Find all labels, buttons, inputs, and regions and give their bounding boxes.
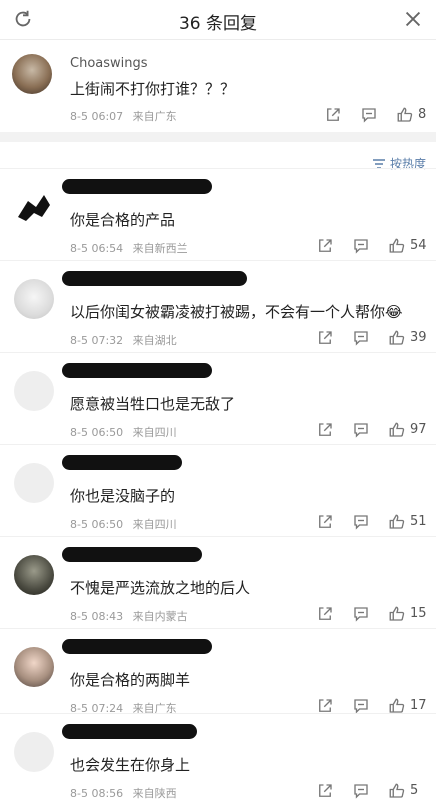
comment-item: 愿意被当牲口也是无敌了 8-5 06:50 来自四川 97 (0, 352, 436, 442)
close-icon[interactable] (402, 8, 424, 30)
share-icon[interactable] (316, 421, 334, 439)
comment-item: 也会发生在你身上 8-5 08:56 来自陕西 5 (0, 713, 436, 800)
comment-meta: 8-5 06:54 来自新西兰 (70, 240, 188, 256)
comment-icon[interactable] (352, 605, 370, 623)
comment-text-body: 你也是没脑子的 (70, 487, 176, 505)
share-icon[interactable] (316, 329, 334, 347)
comment-time: 8-5 06:07 (70, 110, 124, 123)
username[interactable]: Choaswings (70, 56, 148, 71)
like-count: 17 (410, 698, 427, 713)
comment-source: 来自内蒙古 (132, 610, 188, 623)
redacted-username (62, 455, 182, 470)
comment-item: 你是合格的两脚羊 8-5 07:24 来自广东 17 (0, 628, 436, 718)
comment-item: 以后你闺女被霸凌被打被踢，不会有一个人帮你😂 8-5 07:32 来自湖北 39 (0, 260, 436, 350)
comment-text-body: 愿意被当牲口也是无敌了 (70, 395, 236, 413)
comment-text: 愿意被当牲口也是无敌了 (70, 393, 235, 414)
comment-meta: 8-5 08:56 来自陕西 (70, 785, 177, 800)
like-count: 97 (410, 422, 427, 437)
avatar[interactable] (14, 463, 54, 503)
like-icon[interactable] (396, 106, 414, 124)
comment-source: 来自湖北 (132, 334, 177, 347)
like-count: 5 (410, 783, 419, 798)
like-count: 15 (410, 606, 427, 621)
comment-text: 也会发生在你身上 (70, 754, 190, 775)
comment-text: 你是合格的两脚羊 (70, 669, 190, 690)
avatar[interactable] (14, 555, 54, 595)
like-icon[interactable] (388, 782, 406, 800)
comment-text: 上街闹不打你打谁？？？ (70, 80, 236, 98)
comment-text: 不愧是严选流放之地的后人 (70, 577, 250, 598)
comment-icon[interactable] (360, 106, 378, 124)
comment-text-body: 你是合格的两脚羊 (70, 671, 191, 689)
avatar[interactable] (14, 732, 54, 772)
comment-text-body: 你是合格的产品 (70, 211, 176, 229)
avatar[interactable] (14, 187, 54, 227)
comment-source: 来自广东 (132, 110, 177, 123)
comment-time: 8-5 06:50 (70, 426, 124, 439)
comment-icon[interactable] (352, 237, 370, 255)
like-icon[interactable] (388, 513, 406, 531)
comment-time: 8-5 06:50 (70, 518, 124, 531)
avatar-figure-icon (18, 195, 50, 221)
like-icon[interactable] (388, 421, 406, 439)
comment-meta: 8-5 06:50 来自四川 (70, 516, 177, 532)
like-count: 39 (410, 330, 427, 345)
top-bar: 36 条回复 (0, 0, 436, 40)
comment-meta: 8-5 08:43 来自内蒙古 (70, 608, 188, 624)
comment-meta: 8-5 06:50 来自四川 (70, 424, 177, 440)
comment-item: 你也是没脑子的 8-5 06:50 来自四川 51 (0, 444, 436, 534)
share-icon[interactable] (324, 106, 342, 124)
avatar[interactable] (14, 371, 54, 411)
share-icon[interactable] (316, 782, 334, 800)
like-count: 8 (418, 107, 427, 122)
comment-text-body: 也会发生在你身上 (70, 756, 191, 774)
comment-text-body: 不愧是严选流放之地的后人 (70, 579, 251, 597)
comment-icon[interactable] (352, 782, 370, 800)
comment-time: 8-5 08:56 (70, 787, 124, 800)
like-count: 54 (410, 238, 427, 253)
comment-text-body: 以后你闺女被霸凌被打被踢，不会有一个人帮你 (70, 303, 386, 321)
comment-meta: 8-5 07:32 来自湖北 (70, 332, 177, 348)
like-count: 51 (410, 514, 427, 529)
comment-item: 你是合格的产品 8-5 06:54 来自新西兰 54 (0, 168, 436, 258)
comment-source: 来自四川 (132, 518, 177, 531)
comment-icon[interactable] (352, 421, 370, 439)
share-icon[interactable] (316, 605, 334, 623)
comment-icon[interactable] (352, 513, 370, 531)
redacted-username (62, 179, 212, 194)
avatar[interactable] (14, 279, 54, 319)
comment-time: 8-5 06:54 (70, 242, 124, 255)
original-comment: Choaswings 上街闹不打你打谁？？？ 8-5 06:07 来自广东 8 (0, 40, 436, 132)
comment-text: 你也是没脑子的 (70, 485, 175, 506)
section-divider (0, 132, 436, 142)
comment-icon[interactable] (352, 329, 370, 347)
comment-source: 来自陕西 (132, 787, 177, 800)
avatar[interactable] (12, 54, 52, 94)
page-title: 36 条回复 (178, 14, 258, 34)
like-icon[interactable] (388, 237, 406, 255)
like-icon[interactable] (388, 605, 406, 623)
redacted-username (62, 639, 212, 654)
comment-item: 不愧是严选流放之地的后人 8-5 08:43 来自内蒙古 15 (0, 536, 436, 626)
comment-source: 来自新西兰 (132, 242, 188, 255)
laughing-emoji: 😂 (385, 303, 403, 321)
redacted-username (62, 271, 247, 286)
comment-time: 8-5 08:43 (70, 610, 124, 623)
comment-text: 以后你闺女被霸凌被打被踢，不会有一个人帮你😂 (70, 301, 403, 322)
avatar[interactable] (14, 647, 54, 687)
comment-source: 来自四川 (132, 426, 177, 439)
comment-meta: 8-5 06:07 来自广东 (70, 108, 177, 124)
comment-time: 8-5 07:32 (70, 334, 124, 347)
comment-text: 你是合格的产品 (70, 209, 175, 230)
redacted-username (62, 363, 212, 378)
redacted-username (62, 547, 202, 562)
redacted-username (62, 724, 197, 739)
like-icon[interactable] (388, 329, 406, 347)
share-icon[interactable] (316, 513, 334, 531)
share-icon[interactable] (316, 237, 334, 255)
